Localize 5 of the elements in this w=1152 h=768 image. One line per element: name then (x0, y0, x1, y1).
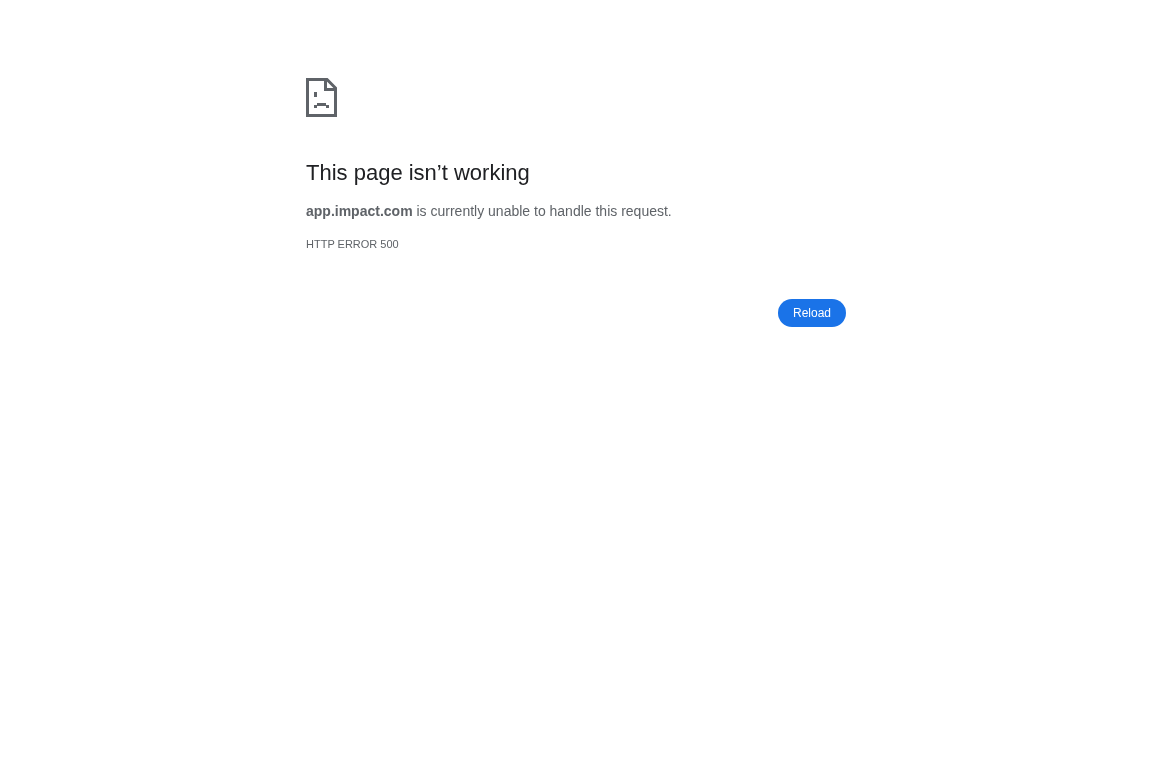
error-message: app.impact.com is currently unable to handle this request. (306, 201, 673, 221)
sad-page-icon (306, 78, 337, 117)
error-title: This page isn’t working (306, 159, 531, 187)
error-code: HTTP ERROR 500 (306, 236, 399, 252)
reload-button[interactable]: Reload (777, 299, 846, 327)
